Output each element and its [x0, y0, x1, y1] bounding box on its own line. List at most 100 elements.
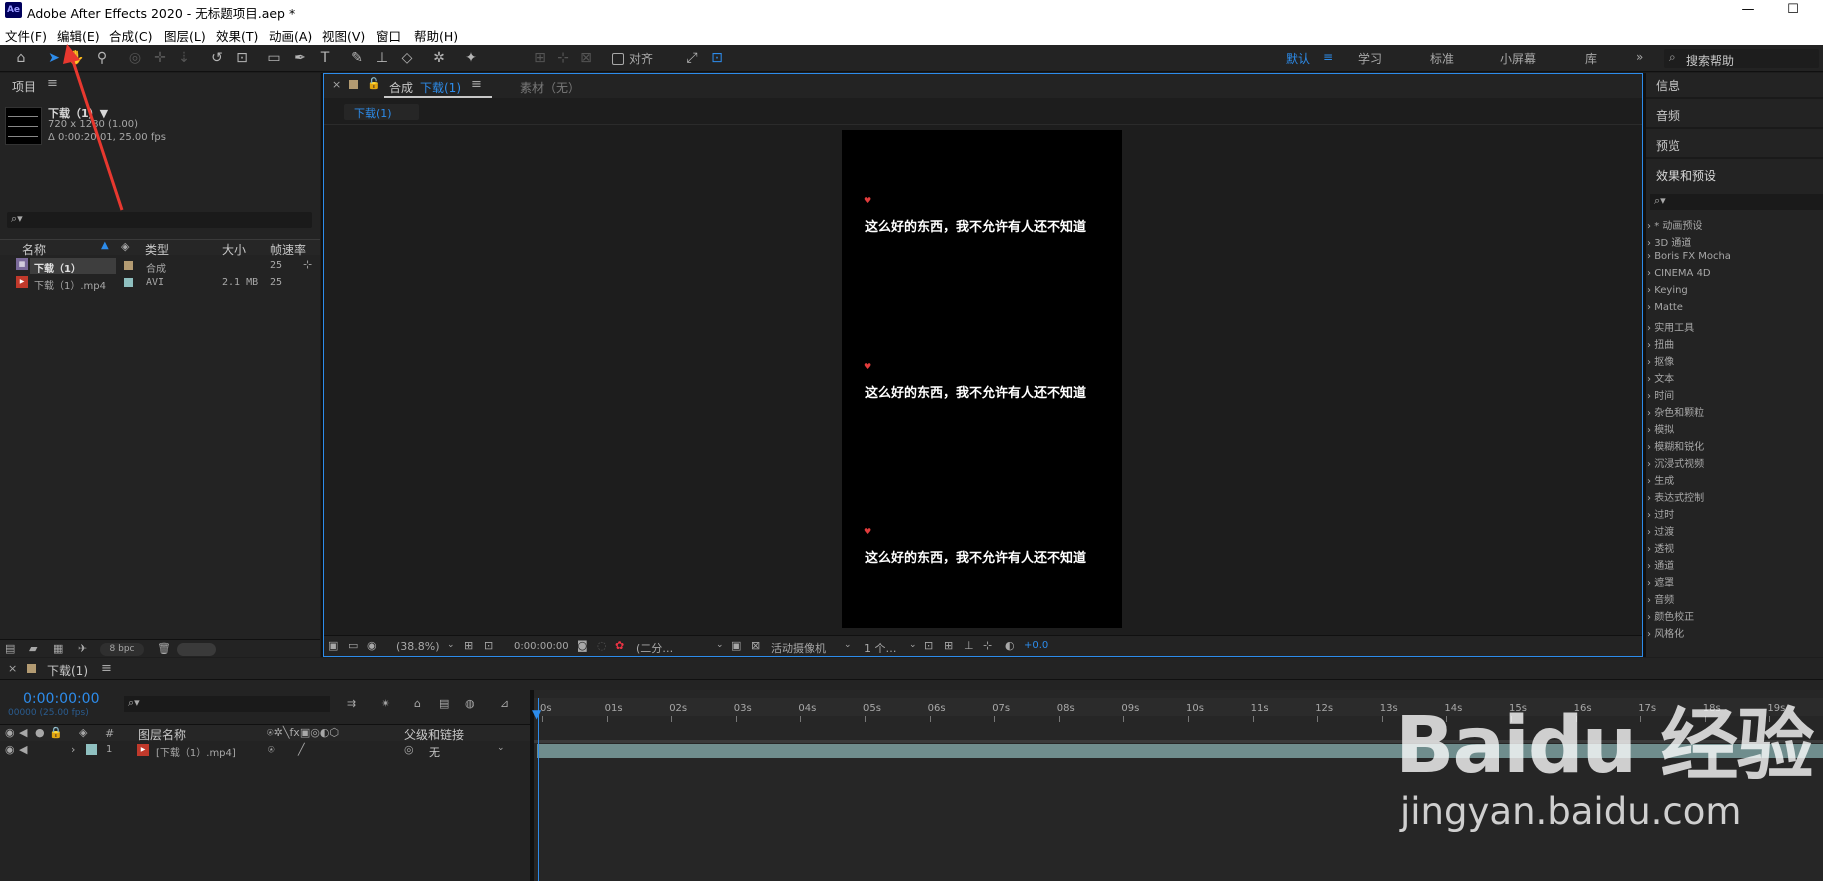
- local-axis-icon[interactable]: ⊞: [530, 48, 550, 68]
- effect-category[interactable]: › 文本: [1647, 370, 1674, 385]
- fast-preview-icon[interactable]: ▣: [731, 639, 741, 653]
- chevron-down-icon[interactable]: ⌄: [447, 640, 455, 650]
- eye-icon[interactable]: ◉: [5, 743, 15, 757]
- new-folder-icon[interactable]: ▰: [29, 642, 37, 656]
- column-type[interactable]: 类型: [145, 241, 169, 258]
- effect-category[interactable]: › 3D 通道: [1647, 234, 1691, 249]
- workspace-learn[interactable]: 学习: [1358, 50, 1382, 67]
- transparency-grid-icon[interactable]: ⊡: [484, 639, 493, 653]
- menu-window[interactable]: 窗口: [376, 26, 401, 45]
- solo-icon[interactable]: ●: [35, 726, 45, 740]
- frame-blending-icon[interactable]: ▤: [439, 697, 449, 711]
- monitor-icon[interactable]: ▭: [348, 639, 358, 653]
- effect-category[interactable]: › 抠像: [1647, 353, 1674, 368]
- effect-category[interactable]: › 表达式控制: [1647, 489, 1704, 504]
- rectangle-tool-icon[interactable]: ▭: [264, 48, 284, 68]
- effects-search-input[interactable]: ⌕▾: [1650, 194, 1823, 210]
- chevron-down-icon[interactable]: ⌄: [497, 743, 505, 753]
- workspace-menu-icon[interactable]: ≡: [1323, 50, 1333, 64]
- layer-switches-icons[interactable]: ⍟✲╲fx▣◎◐⬡: [267, 726, 339, 740]
- graph-editor-icon[interactable]: ⊿: [500, 697, 509, 711]
- help-search-input[interactable]: ⌕ 搜索帮助: [1664, 49, 1819, 68]
- home-icon[interactable]: ⌂: [11, 48, 31, 68]
- thumbnail-zoom-slider[interactable]: [177, 643, 216, 656]
- effect-category[interactable]: › Matte: [1647, 302, 1683, 313]
- resolution-dropdown[interactable]: (二分…: [636, 640, 673, 656]
- parent-column[interactable]: 父级和链接: [404, 726, 464, 743]
- effect-category[interactable]: › Boris FX Mocha: [1647, 251, 1731, 262]
- effect-category[interactable]: › 沉浸式视频: [1647, 455, 1704, 470]
- timeline-icon[interactable]: ⊥: [964, 639, 974, 653]
- snap-options-icon[interactable]: ⤢: [682, 48, 702, 68]
- views-dropdown[interactable]: 1 个…: [864, 640, 897, 656]
- draft-3d-icon[interactable]: ⊞: [944, 639, 953, 653]
- exposure-value[interactable]: +0.0: [1024, 640, 1048, 651]
- motion-blur-icon[interactable]: ◍: [465, 697, 475, 711]
- menu-file[interactable]: 文件(F): [5, 26, 47, 45]
- comp-tab-prefix[interactable]: 合成: [389, 79, 413, 96]
- render-queue-icon[interactable]: ✈: [78, 642, 87, 656]
- workspace-libraries[interactable]: 库: [1585, 50, 1597, 67]
- snap-checkbox[interactable]: [612, 53, 624, 65]
- effect-category[interactable]: › CINEMA 4D: [1647, 268, 1711, 279]
- panel-menu-icon[interactable]: ≡: [101, 661, 112, 676]
- shy-switch-icon[interactable]: ⍟: [268, 743, 275, 757]
- menu-effect[interactable]: 效果(T): [216, 26, 258, 45]
- effect-category[interactable]: › 颜色校正: [1647, 608, 1694, 623]
- effect-category[interactable]: › 过渡: [1647, 523, 1674, 538]
- audio-icon[interactable]: ◀: [19, 743, 27, 757]
- toggle-transparency-icon[interactable]: ⊠: [751, 639, 760, 653]
- dolly-camera-icon[interactable]: ⇣: [174, 48, 194, 68]
- lock-icon[interactable]: 🔒: [49, 726, 63, 740]
- interpret-footage-icon[interactable]: ▤: [5, 642, 15, 656]
- parent-dropdown[interactable]: 无: [429, 744, 440, 760]
- label-tag-icon[interactable]: ◈: [121, 240, 129, 253]
- effect-category[interactable]: › 音频: [1647, 591, 1674, 606]
- effect-category[interactable]: › Keying: [1647, 285, 1688, 296]
- trash-icon[interactable]: 🗑: [157, 642, 171, 656]
- panel-menu-icon[interactable]: ≡: [47, 76, 58, 91]
- comp-breadcrumb[interactable]: 下载(1): [344, 104, 419, 120]
- lock-icon[interactable]: 🔓: [367, 77, 381, 90]
- effect-category[interactable]: › 杂色和颗粒: [1647, 404, 1704, 419]
- workspace-default[interactable]: 默认: [1286, 50, 1310, 67]
- brush-tool-icon[interactable]: ✎: [347, 48, 367, 68]
- comp-tab-name[interactable]: 下载(1): [420, 79, 461, 96]
- project-row-footage[interactable]: ▶ 下载（1）.mp4 AVI 2.1 MB 25: [0, 275, 300, 292]
- effect-category[interactable]: › 过时: [1647, 506, 1674, 521]
- show-snapshot-icon[interactable]: ◌: [597, 639, 607, 653]
- view-axis-icon[interactable]: ⊠: [576, 48, 596, 68]
- label-tag-icon[interactable]: ◈: [79, 726, 87, 740]
- anchor-point-tool-icon[interactable]: ⊡: [232, 48, 252, 68]
- workspace-small-screen[interactable]: 小屏幕: [1500, 50, 1536, 67]
- project-search-input[interactable]: ⌕▾: [7, 212, 312, 228]
- effect-category[interactable]: › 模糊和锐化: [1647, 438, 1704, 453]
- effect-category[interactable]: › 生成: [1647, 472, 1674, 487]
- column-size[interactable]: 大小: [222, 241, 246, 258]
- always-preview-icon[interactable]: ▣: [328, 639, 338, 653]
- vr-headset-icon[interactable]: ◉: [367, 639, 377, 653]
- layer-name[interactable]: [下载（1）.mp4]: [156, 744, 236, 759]
- eraser-tool-icon[interactable]: ◇: [397, 48, 417, 68]
- project-panel-title[interactable]: 项目: [12, 78, 36, 95]
- maximize-button[interactable]: ☐: [1783, 1, 1803, 19]
- label-color-swatch[interactable]: [124, 261, 133, 270]
- footage-tab[interactable]: 素材（无）: [520, 79, 580, 96]
- comp-mini-flowchart-icon[interactable]: ⇉: [347, 697, 356, 711]
- effect-category[interactable]: › 透视: [1647, 540, 1674, 555]
- chevron-down-icon[interactable]: ⌄: [716, 640, 724, 650]
- type-tool-icon[interactable]: T: [315, 48, 335, 68]
- new-composition-icon[interactable]: ▦: [53, 642, 63, 656]
- timeline-tab-name[interactable]: 下载(1): [47, 662, 88, 679]
- region-of-interest-icon[interactable]: ⊞: [464, 639, 473, 653]
- clone-stamp-icon[interactable]: ⊥: [372, 48, 392, 68]
- preview-tab[interactable]: 预览: [1656, 137, 1680, 154]
- effect-category[interactable]: › 实用工具: [1647, 319, 1694, 334]
- layer-search-input[interactable]: ⌕▾: [124, 696, 330, 712]
- column-name[interactable]: 名称: [22, 241, 46, 258]
- effect-category[interactable]: › 模拟: [1647, 421, 1674, 436]
- snap-extent-icon[interactable]: ⊡: [707, 48, 727, 68]
- menu-layer[interactable]: 图层(L): [164, 26, 206, 45]
- camera-snapshot-icon[interactable]: ◙: [577, 639, 588, 653]
- pen-tool-icon[interactable]: ✒: [290, 48, 310, 68]
